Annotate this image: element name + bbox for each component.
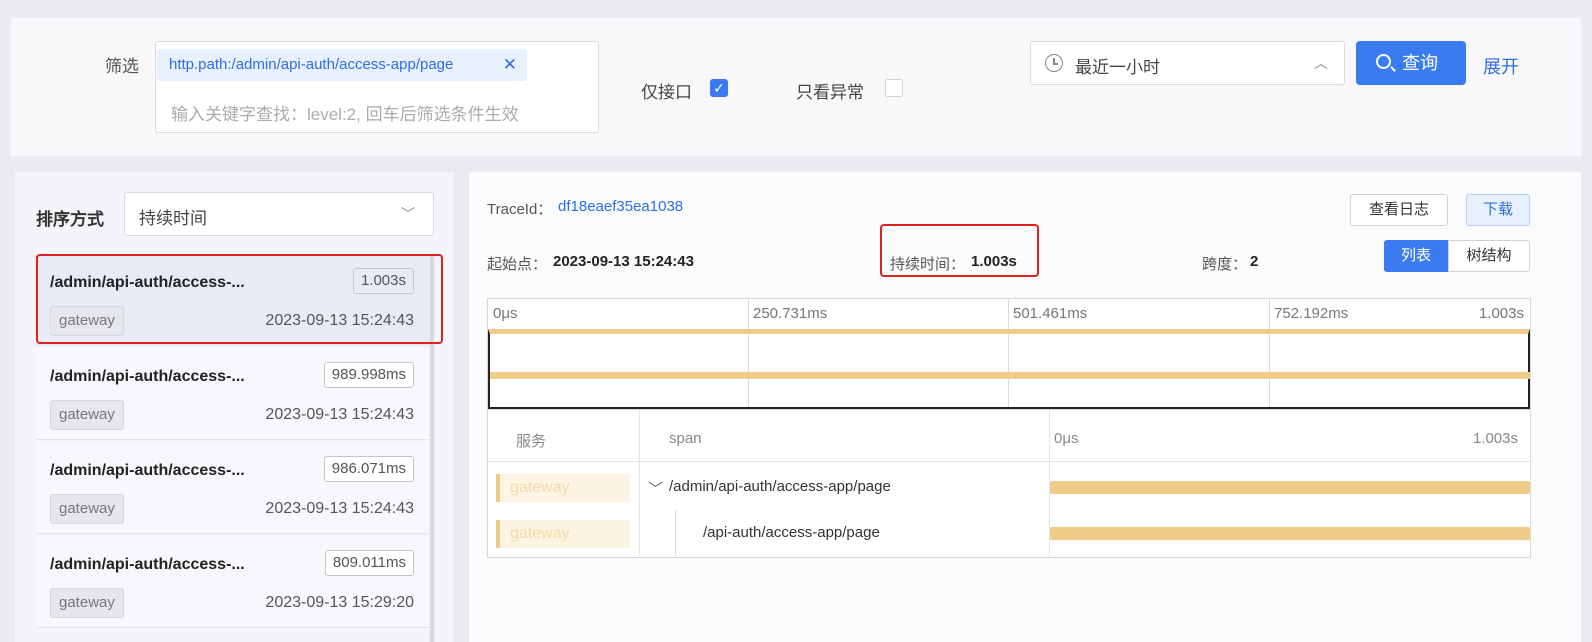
span-service-chip: gateway: [496, 520, 630, 548]
trace-id-label: TraceId：: [487, 201, 553, 218]
span-row[interactable]: gateway /api-auth/access-app/page: [488, 510, 1530, 556]
filter-label: 筛选: [105, 57, 139, 76]
tree-connector: [675, 510, 676, 556]
view-list-tab[interactable]: 列表: [1384, 240, 1448, 272]
span-duration-bar: [1050, 481, 1530, 494]
service-badge: gateway: [50, 588, 124, 618]
trace-duration: 989.998ms: [323, 362, 414, 388]
api-only-checkbox[interactable]: ✓: [710, 79, 728, 97]
sort-value: 持续时间: [139, 209, 207, 228]
highlight-box-selected-trace: [36, 254, 443, 344]
filter-placeholder[interactable]: 输入关键字查找：level:2, 回车后筛选条件生效: [171, 100, 519, 125]
trace-list-item[interactable]: /admin/api-auth/access-... 986.071ms gat…: [36, 442, 434, 534]
span-table-header: 服务 span 0μs 1.003s: [488, 410, 1530, 462]
service-badge: gateway: [50, 400, 124, 430]
trace-path: /admin/api-auth/access-...: [50, 462, 245, 479]
expand-link[interactable]: 展开: [1483, 53, 1519, 79]
download-button[interactable]: 下载: [1466, 194, 1530, 226]
overview-brush[interactable]: [488, 329, 1530, 409]
overview-tick-label: 1.003s: [1478, 305, 1524, 322]
trace-list-item[interactable]: /admin/api-auth/access-... 989.998ms gat…: [36, 348, 434, 440]
filter-tag: http.path:/admin/api-auth/access-app/pag…: [157, 49, 527, 81]
search-icon: [1376, 54, 1391, 69]
span-name: /api-auth/access-app/page: [703, 524, 880, 541]
api-only-label: 仅接口: [641, 83, 692, 102]
overview-tick-label: 0μs: [493, 305, 518, 322]
highlight-box-duration: [880, 224, 1039, 277]
clock-icon: [1045, 54, 1063, 72]
view-tree-tab[interactable]: 树结构: [1448, 240, 1530, 272]
header-span: span: [669, 430, 702, 447]
start-value: 2023-09-13 15:24:43: [553, 253, 694, 270]
trace-timestamp: 2023-09-13 15:29:20: [265, 594, 414, 611]
depth-label: 跨度：: [1202, 256, 1248, 273]
span-name: /admin/api-auth/access-app/page: [669, 478, 891, 495]
span-row[interactable]: gateway ﹀ /admin/api-auth/access-app/pag…: [488, 464, 1530, 510]
span-table: 服务 span 0μs 1.003s gateway ﹀ /admin/api-…: [487, 410, 1531, 558]
overview-tick-label: 501.461ms: [1013, 305, 1088, 322]
header-start-time: 0μs: [1054, 430, 1079, 447]
errors-only-checkbox[interactable]: [885, 79, 903, 97]
trace-timestamp: 2023-09-13 15:24:43: [265, 406, 414, 423]
span-service-chip: gateway: [496, 474, 630, 502]
overview-span-bar: [490, 372, 1530, 379]
start-label: 起始点：: [487, 256, 548, 273]
sort-select[interactable]: 持续时间 ﹀: [124, 192, 434, 236]
query-button[interactable]: 查询: [1356, 41, 1466, 85]
trace-duration: 986.071ms: [323, 456, 414, 482]
errors-only-label: 只看异常: [796, 83, 864, 102]
chevron-down-icon[interactable]: ﹀: [648, 478, 663, 499]
query-button-label: 查询: [1402, 53, 1438, 73]
sort-label: 排序方式: [36, 210, 104, 229]
trace-path: /admin/api-auth/access-...: [50, 556, 245, 573]
trace-id-value[interactable]: df18eaef35ea1038: [558, 198, 683, 215]
depth-value: 2: [1250, 253, 1259, 270]
header-service: 服务: [516, 433, 547, 450]
filter-tag-text: http.path:/admin/api-auth/access-app/pag…: [169, 56, 454, 73]
time-range-value: 最近一小时: [1075, 58, 1160, 77]
header-end-time: 1.003s: [1472, 430, 1518, 447]
overview-tick-label: 752.192ms: [1274, 305, 1349, 322]
span-duration-bar: [1050, 527, 1530, 540]
close-icon[interactable]: ✕: [503, 49, 517, 81]
trace-timestamp: 2023-09-13 15:24:43: [265, 500, 414, 517]
overview-tick-label: 250.731ms: [753, 305, 828, 322]
trace-duration: 809.011ms: [324, 550, 414, 576]
chevron-up-icon: ︿: [1314, 55, 1328, 71]
trace-list-item[interactable]: /admin/api-auth/access-... 809.011ms gat…: [36, 536, 434, 628]
trace-path: /admin/api-auth/access-...: [50, 368, 245, 385]
time-range-select[interactable]: 最近一小时 ︿: [1030, 41, 1345, 85]
chevron-down-icon: ﹀: [401, 206, 415, 222]
view-logs-button[interactable]: 查看日志: [1350, 194, 1448, 226]
timeline-overview[interactable]: 0μs 250.731ms 501.461ms 752.192ms 1.003s: [487, 298, 1531, 411]
service-badge: gateway: [50, 494, 124, 524]
